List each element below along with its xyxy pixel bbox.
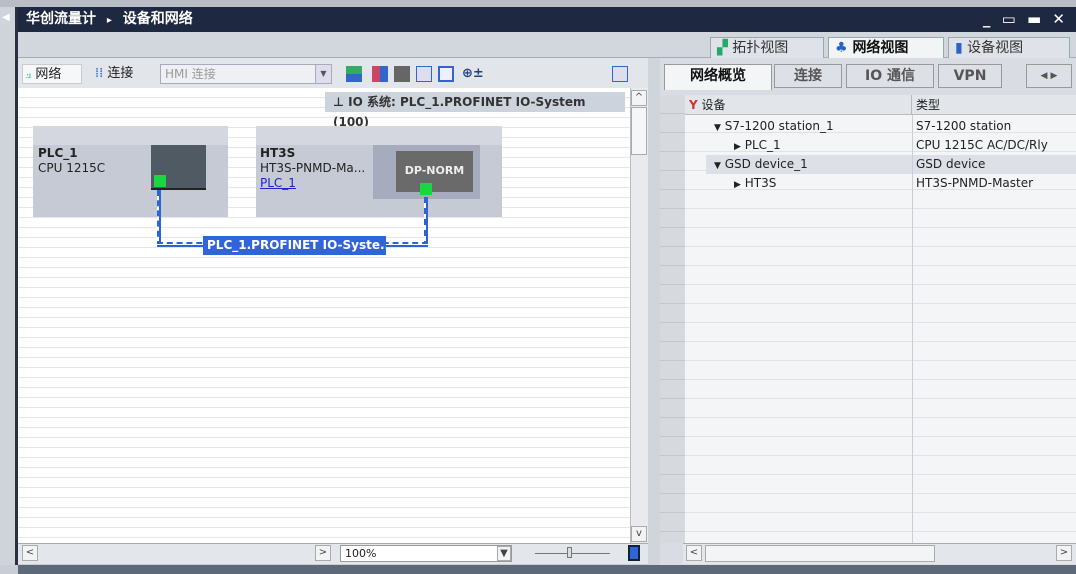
device-name: HT3S (260, 146, 296, 160)
collapse-icon[interactable]: ▼ (714, 123, 721, 133)
network-line[interactable] (157, 190, 161, 247)
top-toolbar-strip (0, 0, 1076, 7)
tab-connections[interactable]: 连接 (774, 64, 842, 88)
profinet-port[interactable] (420, 183, 432, 195)
network-mode-button[interactable]: ⟓ 网络 (22, 64, 82, 84)
chevron-down-icon[interactable]: ▼ (497, 546, 511, 561)
connections-label: 连接 (107, 66, 134, 81)
tab-label: 设备视图 (967, 40, 1024, 56)
scroll-right-icon[interactable]: > (1056, 545, 1072, 561)
type-cell: S7-1200 station (916, 119, 1012, 133)
io-system-label: ⊥ IO 系统: PLC_1.PROFINET IO-System (100) (325, 92, 625, 129)
tab-label: 拓扑视图 (732, 40, 789, 56)
connections-mode-button[interactable]: ⁞⁞ 连接 (95, 64, 133, 84)
network-view-icon: ♣ (835, 40, 848, 56)
connection-type-select[interactable]: HMI 连接 (160, 64, 332, 84)
column-label: 设备 (701, 98, 726, 112)
scroll-thumb[interactable] (705, 545, 935, 562)
io-controller-link[interactable]: PLC_1 (260, 176, 365, 191)
pin-icon[interactable]: ⊥ (333, 95, 348, 109)
table-row[interactable]: ▼ S7-1200 station_1 (706, 117, 912, 136)
address-icon[interactable] (346, 66, 362, 82)
overview-navigation-icon[interactable] (628, 545, 640, 561)
breadcrumb-separator-icon: ▸ (106, 15, 112, 26)
device-view-icon: ▮ (955, 40, 963, 56)
status-bar (18, 565, 1076, 574)
tab-io-communication[interactable]: IO 通信 (846, 64, 934, 88)
table-row-selected[interactable]: ▼ GSD device_1 (706, 155, 1076, 174)
overview-panel-icon[interactable] (612, 66, 628, 82)
tab-scroll-arrows[interactable]: ◀ ▶ (1026, 64, 1072, 88)
collapse-left-icon[interactable]: ◀ (2, 12, 10, 23)
device-cell: GSD device_1 (724, 157, 808, 171)
device-type: HT3S-PNMD-Ma... (260, 161, 366, 175)
breadcrumb-page: 设备和网络 (122, 11, 193, 27)
device-name: PLC_1 (38, 146, 78, 160)
device-cell: S7-1200 station_1 (724, 119, 834, 133)
device-plc-text: PLC_1 CPU 1215C (38, 146, 105, 176)
zoom-slider[interactable] (535, 553, 610, 554)
table-row[interactable]: ▶ HT3S (706, 174, 912, 193)
expand-icon[interactable]: ▶ (734, 180, 741, 190)
device-header (33, 126, 228, 145)
device-header (256, 126, 502, 145)
scroll-left-icon[interactable]: < (22, 545, 38, 561)
device-ht3s-text: HT3S HT3S-PNMD-Ma... PLC_1 (260, 146, 365, 191)
column-divider (912, 115, 913, 543)
scroll-thumb[interactable] (631, 107, 647, 155)
pane-splitter[interactable] (648, 58, 660, 565)
table-row[interactable]: ▶ PLC_1 (706, 136, 912, 155)
zoom-icon[interactable]: ⊕± (462, 64, 484, 84)
topology-icon: ▞ (717, 40, 728, 56)
tab-label: 网络视图 (852, 40, 909, 56)
network-line[interactable] (424, 197, 428, 247)
tab-device-view[interactable]: ▮ 设备视图 (948, 37, 1070, 59)
left-side-strip (0, 7, 18, 565)
breadcrumb-project[interactable]: 华创流量计 (26, 11, 96, 27)
scroll-down-icon[interactable]: v (631, 526, 647, 542)
connections-icon: ⁞⁞ (95, 66, 104, 81)
scroll-up-icon[interactable]: ^ (631, 90, 647, 106)
scroll-left-icon[interactable]: < (686, 545, 702, 561)
grid-icon[interactable] (416, 66, 432, 82)
title-bar: 华创流量计 ▸ 设备和网络 (18, 7, 1076, 32)
device-type: CPU 1215C (38, 161, 106, 175)
tab-network-view[interactable]: ♣ 网络视图 (828, 37, 944, 59)
tab-network-overview[interactable]: 网络概览 (664, 64, 772, 90)
profinet-port[interactable] (154, 175, 166, 187)
tab-vpn[interactable]: VPN (938, 64, 1002, 88)
type-cell: HT3S-PNMD-Master (916, 176, 1034, 190)
tab-topology-view[interactable]: ▞ 拓扑视图 (710, 37, 824, 59)
scroll-right-icon[interactable]: > (315, 545, 331, 561)
type-cell: GSD device (916, 157, 986, 171)
window-controls[interactable]: _ ▭ ▬ ✕ (983, 7, 1068, 32)
expand-icon[interactable]: ▶ (734, 142, 741, 152)
zoom-select[interactable]: 100% (340, 545, 512, 562)
io-system-icon[interactable] (372, 66, 388, 82)
chevron-down-icon[interactable]: ▼ (315, 65, 331, 83)
collapse-icon[interactable]: ▼ (714, 161, 721, 171)
type-cell: CPU 1215C AC/DC/Rly (916, 138, 1048, 152)
dp-norm-module[interactable]: DP-NORM (396, 151, 473, 192)
network-icon: ⟓ (25, 67, 32, 82)
zoom-slider-handle[interactable] (567, 547, 572, 558)
device-cell: PLC_1 (744, 138, 781, 152)
table-row-gutter (660, 95, 685, 543)
network-label: 网络 (35, 67, 62, 82)
wrench-icon: Y (689, 98, 698, 112)
column-header-type[interactable]: 类型 (912, 95, 1076, 115)
column-header-device[interactable]: Y 设备 (685, 95, 912, 115)
device-cell: HT3S (744, 176, 777, 190)
canvas-vertical-scrollbar[interactable] (630, 88, 648, 543)
profinet-network-label[interactable]: PLC_1.PROFINET IO-Syste... (203, 236, 386, 255)
table-view-icon[interactable] (438, 66, 454, 82)
module-icon[interactable] (394, 66, 410, 82)
